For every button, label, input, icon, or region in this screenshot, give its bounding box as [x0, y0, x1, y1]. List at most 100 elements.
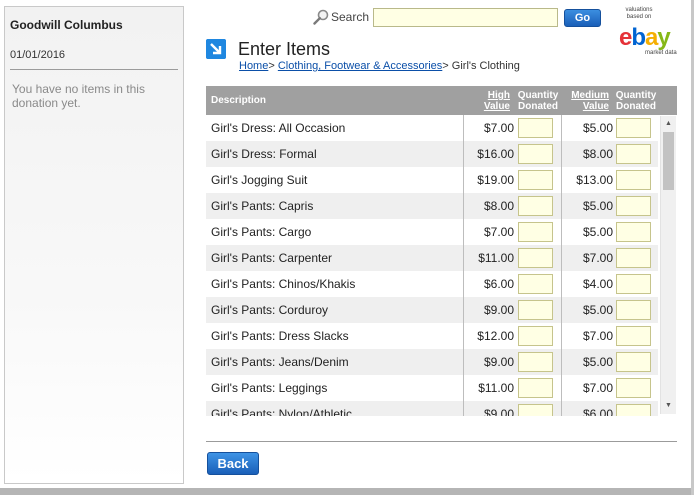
app-window: Goodwill Columbus 01/01/2016 You have no… [0, 0, 694, 495]
items-table: Description High Value Quantity Donated Me… [206, 86, 677, 416]
medium-value: $5.00 [582, 355, 613, 369]
medium-value: $13.00 [576, 173, 613, 187]
item-name: Girl's Dress: All Occasion [211, 121, 346, 135]
column-high-value-line1[interactable]: High [488, 90, 510, 101]
high-value: $8.00 [483, 199, 514, 213]
breadcrumb-current: Girl's Clothing [451, 60, 520, 72]
column-medium-value[interactable]: Medium Value [569, 90, 609, 112]
quantity-medium-input[interactable] [616, 378, 651, 398]
ebay-valuation-logo: valuations based on ebay market data [619, 7, 689, 59]
column-description: Description [211, 95, 267, 106]
item-name: Girl's Jogging Suit [211, 173, 308, 187]
column-high-value-line2[interactable]: Value [484, 101, 510, 112]
high-value: $19.00 [477, 173, 514, 187]
scroll-down-arrow-icon[interactable]: ▼ [665, 402, 672, 409]
medium-value: $5.00 [582, 121, 613, 135]
table-row: Girl's Pants: Cargo $7.00 $5.00 [206, 219, 658, 245]
breadcrumb-category-link[interactable]: Clothing, Footwear & Accessories [278, 60, 442, 72]
quantity-medium-input[interactable] [616, 274, 651, 294]
quantity-high-input[interactable] [518, 170, 553, 190]
quantity-high-input[interactable] [518, 352, 553, 372]
quantity-high-input[interactable] [518, 404, 553, 416]
column-qty-line2: Donated [616, 101, 656, 112]
breadcrumb-separator: > [442, 60, 452, 72]
table-row: Girl's Pants: Chinos/Khakis $6.00 $4.00 [206, 271, 658, 297]
table-body: Girl's Dress: All Occasion $7.00 $5.00 Girl… [206, 115, 677, 416]
table-row: Girl's Pants: Dress Slacks $12.00 $7.00 [206, 323, 658, 349]
high-value: $11.00 [478, 251, 514, 265]
high-value: $9.00 [483, 303, 514, 317]
column-quantity-donated-medium: Quantity Donated [615, 90, 657, 112]
window-bottom-edge [0, 488, 694, 495]
donation-sidebar: Goodwill Columbus 01/01/2016 You have no… [4, 6, 184, 484]
search-icon [313, 9, 329, 25]
quantity-high-input[interactable] [518, 248, 553, 268]
high-value: $6.00 [483, 277, 514, 291]
quantity-medium-input[interactable] [616, 222, 651, 242]
breadcrumb: Home> Clothing, Footwear & Accessories> … [239, 60, 520, 72]
high-value: $12.00 [477, 329, 514, 343]
ebay-logo-b: b [631, 24, 646, 51]
donation-date: 01/01/2016 [10, 49, 66, 61]
quantity-medium-input[interactable] [616, 196, 651, 216]
quantity-medium-input[interactable] [616, 300, 651, 320]
market-data-caption: market data [645, 50, 677, 56]
scrollbar-thumb[interactable] [663, 132, 674, 190]
medium-value: $8.00 [582, 147, 613, 161]
column-high-value[interactable]: High Value [478, 90, 510, 112]
medium-value: $7.00 [582, 381, 613, 395]
quantity-high-input[interactable] [518, 144, 553, 164]
scroll-up-arrow-icon[interactable]: ▲ [665, 120, 672, 127]
quantity-high-input[interactable] [518, 300, 553, 320]
item-name: Girl's Pants: Jeans/Denim [211, 355, 349, 369]
item-name: Girl's Dress: Formal [211, 147, 317, 161]
table-row: Girl's Pants: Nylon/Athletic $9.00 $6.00 [206, 401, 658, 416]
column-qty-line1: Quantity [615, 90, 657, 101]
quantity-medium-input[interactable] [616, 118, 651, 138]
quantity-medium-input[interactable] [616, 170, 651, 190]
sidebar-divider [10, 69, 178, 70]
quantity-high-input[interactable] [518, 196, 553, 216]
high-value: $9.00 [483, 407, 514, 416]
item-name: Girl's Pants: Corduroy [211, 303, 328, 317]
quantity-medium-input[interactable] [616, 404, 651, 416]
empty-donation-message: You have no items in this donation yet. [12, 82, 145, 110]
column-medium-value-line2[interactable]: Value [583, 101, 609, 112]
medium-value: $6.00 [582, 407, 613, 416]
arrow-down-right-icon [206, 39, 226, 59]
quantity-medium-input[interactable] [616, 326, 651, 346]
high-value: $7.00 [483, 121, 514, 135]
item-name: Girl's Pants: Leggings [211, 381, 328, 395]
search-input[interactable] [373, 8, 558, 27]
go-button[interactable]: Go [564, 9, 601, 27]
table-scrollbar[interactable]: ▲ ▼ [660, 116, 676, 414]
column-qty-line1: Quantity [517, 90, 559, 101]
table-row: Girl's Dress: Formal $16.00 $8.00 [206, 141, 658, 167]
table-row: Girl's Dress: All Occasion $7.00 $5.00 [206, 115, 658, 141]
quantity-high-input[interactable] [518, 326, 553, 346]
table-row: Girl's Pants: Capris $8.00 $5.00 [206, 193, 658, 219]
item-name: Girl's Pants: Chinos/Khakis [211, 277, 356, 291]
high-value: $9.00 [483, 355, 514, 369]
item-name: Girl's Pants: Carpenter [211, 251, 333, 265]
item-name: Girl's Pants: Dress Slacks [211, 329, 349, 343]
column-divider [561, 115, 562, 416]
ebay-logo-e: e [619, 24, 632, 51]
item-name: Girl's Pants: Cargo [211, 225, 312, 239]
quantity-medium-input[interactable] [616, 144, 651, 164]
back-button[interactable]: Back [207, 452, 259, 475]
column-medium-value-line1[interactable]: Medium [571, 90, 609, 101]
high-value: $16.00 [477, 147, 514, 161]
table-row: Girl's Pants: Jeans/Denim $9.00 $5.00 [206, 349, 658, 375]
breadcrumb-separator: > [268, 60, 278, 72]
quantity-high-input[interactable] [518, 378, 553, 398]
table-header: Description High Value Quantity Donated Me… [206, 86, 677, 115]
medium-value: $4.00 [582, 277, 613, 291]
quantity-medium-input[interactable] [616, 352, 651, 372]
quantity-high-input[interactable] [518, 222, 553, 242]
quantity-high-input[interactable] [518, 118, 553, 138]
quantity-high-input[interactable] [518, 274, 553, 294]
breadcrumb-home-link[interactable]: Home [239, 60, 268, 72]
quantity-medium-input[interactable] [616, 248, 651, 268]
medium-value: $7.00 [582, 329, 613, 343]
